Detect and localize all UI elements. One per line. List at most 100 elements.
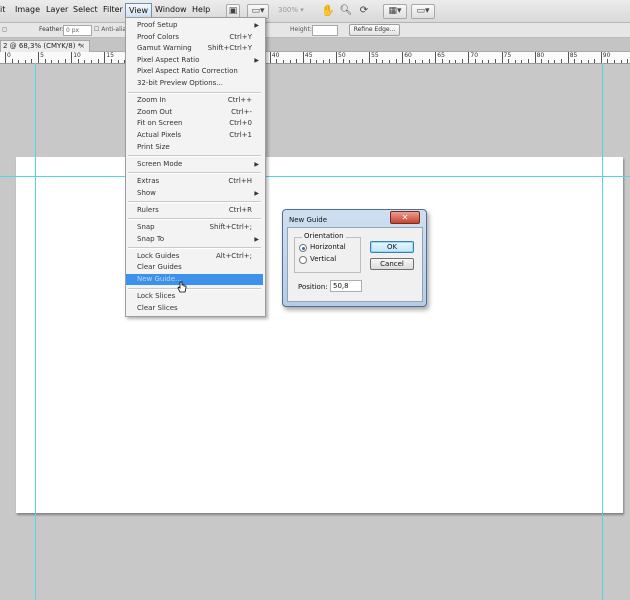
ruler-label: 65 [437, 52, 445, 59]
menu-layer[interactable]: Layer [46, 5, 68, 14]
menu-help[interactable]: Help [192, 5, 210, 14]
menu-item-pixel-aspect-ratio[interactable]: Pixel Aspect Ratio ▶ [126, 55, 263, 66]
vertical-radio[interactable] [299, 256, 307, 264]
new-guide-dialog: New Guide ✕ Orientation Horizontal Verti… [282, 209, 427, 307]
menu-item-zoom-in[interactable]: Zoom In Ctrl++ [126, 95, 263, 106]
menu-filter[interactable]: Filter [103, 5, 123, 14]
horizontal-guide[interactable] [0, 176, 630, 177]
menu-separator [128, 155, 261, 158]
close-icon[interactable]: × [79, 41, 85, 52]
menu-item-label: Snap To [137, 234, 165, 243]
menu-item-print-size[interactable]: Print Size [126, 142, 263, 153]
menu-window[interactable]: Window [155, 5, 187, 14]
hand-tool-icon[interactable]: ✋ [321, 4, 335, 17]
menu-view[interactable]: View [125, 3, 152, 18]
menu-item-snap[interactable]: Snap Shift+Ctrl+; [126, 222, 263, 233]
ruler-major-tick [567, 52, 569, 63]
ruler-minor-tick [607, 59, 609, 63]
ruler-minor-tick [316, 60, 318, 63]
menu-item-zoom-out[interactable]: Zoom Out Ctrl+- [126, 107, 263, 118]
menu-item-extras[interactable]: Extras Ctrl+H [126, 176, 263, 187]
ruler-minor-tick [388, 60, 390, 63]
menu-separator [128, 201, 261, 204]
menu-item-snap-to[interactable]: Snap To ▶ [126, 234, 263, 245]
ruler-minor-tick [514, 60, 516, 63]
ok-button[interactable]: OK [370, 241, 414, 253]
ruler-minor-tick [77, 59, 79, 63]
ruler-label: 70 [470, 52, 479, 59]
vertical-label[interactable]: Vertical [310, 255, 336, 263]
ruler-major-tick [5, 52, 6, 63]
screen-mode-icon[interactable]: ▭▾ [411, 4, 435, 19]
vertical-guide[interactable] [35, 63, 36, 600]
cancel-button[interactable]: Cancel [370, 258, 414, 270]
position-input[interactable]: 50,8 [330, 280, 362, 292]
menu-item-proof-setup[interactable]: Proof Setup ▶ [126, 20, 263, 31]
close-icon[interactable]: ✕ [390, 211, 420, 224]
submenu-arrow-icon: ▶ [254, 160, 259, 168]
ruler-minor-tick [18, 60, 20, 63]
height-label: Height: [290, 26, 312, 33]
ruler-minor-tick [329, 59, 331, 63]
menu-item-new-guide[interactable]: New Guide... [126, 274, 263, 285]
submenu-arrow-icon: ▶ [254, 189, 259, 197]
menu-item-screen-mode[interactable]: Screen Mode ▶ [126, 159, 263, 170]
ruler-minor-tick [342, 59, 344, 63]
ruler-label: 60 [404, 52, 412, 59]
arrange-documents-icon[interactable]: ▦▾ [383, 4, 407, 19]
horizontal-radio[interactable] [299, 244, 307, 252]
ruler-major-tick [435, 52, 437, 63]
menu-item-actual-pixels[interactable]: Actual Pixels Ctrl+1 [126, 130, 263, 141]
menu-separator [128, 172, 261, 175]
menu-item-gamut-warning[interactable]: Gamut Warning Shift+Ctrl+Y [126, 43, 263, 54]
menu-item-fit-on-screen[interactable]: Fit on Screen Ctrl+0 [126, 118, 263, 129]
ruler-minor-tick [481, 60, 483, 63]
document-tab[interactable]: 2 @ 68,3% (CMYK/8) * × [0, 40, 90, 52]
zoom-tool-icon[interactable]: 🔍︎ [339, 4, 353, 17]
menu-item-clear-slices[interactable]: Clear Slices [126, 303, 263, 314]
ruler-minor-tick [309, 59, 311, 63]
ruler-minor-tick [375, 59, 377, 63]
vertical-guide[interactable] [602, 63, 603, 600]
menu-item-label: New Guide... [137, 275, 182, 283]
ruler-label: 90 [602, 52, 611, 59]
antialias-checkbox[interactable]: ☐ Anti-alias [94, 26, 129, 33]
feather-input[interactable]: 0 px [63, 25, 92, 36]
horizontal-ruler[interactable]: 051015202530354045505560657075808590 [0, 52, 630, 64]
zoom-level[interactable]: 300% ▾ [278, 6, 304, 14]
menu-item-proof-colors[interactable]: Proof Colors Ctrl+Y [126, 32, 263, 43]
menu-item-lock-slices[interactable]: Lock Slices [126, 291, 263, 302]
ruler-label: 80 [536, 52, 545, 59]
ruler-minor-tick [561, 59, 563, 63]
horizontal-label[interactable]: Horizontal [310, 243, 346, 251]
menu-item-lock-guides[interactable]: Lock Guides Alt+Ctrl+; [126, 251, 263, 262]
menu-item-clear-guides[interactable]: Clear Guides [126, 262, 263, 273]
height-input[interactable] [312, 25, 338, 36]
ruler-minor-tick [64, 59, 66, 63]
menu-item-label: Screen Mode [137, 159, 183, 168]
dialog-title: New Guide [289, 216, 328, 224]
ruler-minor-tick [382, 60, 384, 63]
menu-image[interactable]: Image [15, 5, 40, 14]
menu-edit[interactable]: it [0, 5, 5, 14]
ruler-minor-tick [51, 60, 53, 63]
menu-item-shortcut: Ctrl+H [228, 177, 252, 185]
menu-select[interactable]: Select [73, 5, 98, 14]
ruler-minor-tick [44, 59, 46, 63]
ruler-minor-tick [508, 59, 510, 63]
menu-item-label: Lock Slices [137, 292, 176, 301]
ruler-minor-tick [97, 59, 99, 63]
marquee-mode-icon[interactable]: ◻ [2, 26, 7, 33]
zoom-value: 300% [278, 6, 299, 14]
menu-item-label: Fit on Screen [137, 119, 183, 128]
menu-item-show[interactable]: Show ▶ [126, 188, 263, 199]
ruler-label: 45 [304, 52, 313, 59]
menu-item-32-bit-preview-options[interactable]: 32-bit Preview Options... [126, 78, 263, 89]
ruler-major-tick [402, 52, 404, 63]
ruler-minor-tick [527, 59, 529, 63]
menu-item-pixel-aspect-ratio-correction[interactable]: Pixel Aspect Ratio Correction [126, 66, 263, 77]
refine-edge-button[interactable]: Refine Edge... [349, 24, 400, 36]
ruler-label: 0 [7, 52, 11, 59]
menu-item-rulers[interactable]: Rulers Ctrl+R [126, 205, 263, 216]
rotate-view-icon[interactable]: ⟳ [357, 4, 371, 17]
